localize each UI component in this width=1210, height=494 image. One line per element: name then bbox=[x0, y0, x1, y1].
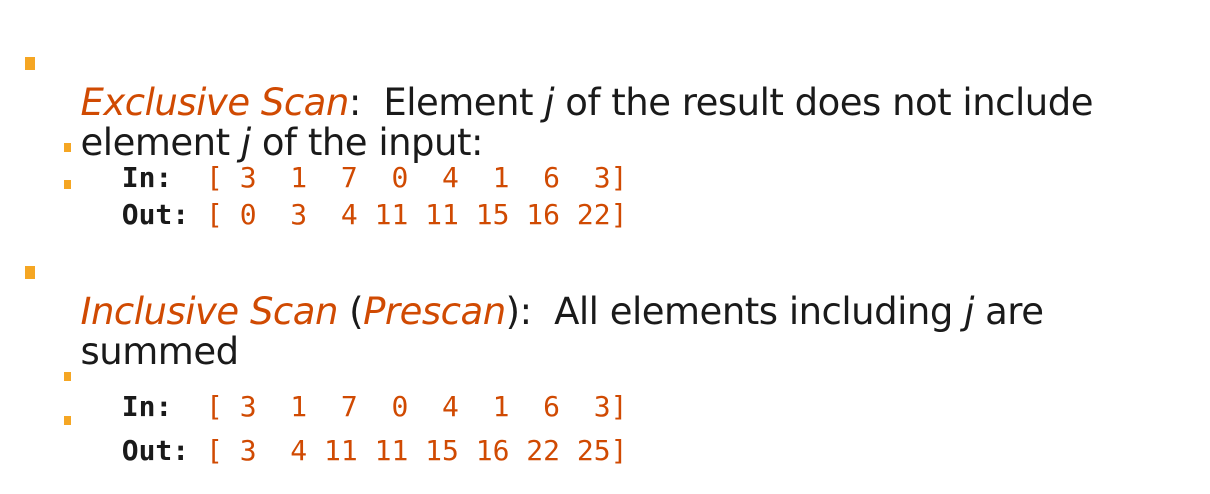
inclusive-out-label: Out: bbox=[121, 434, 207, 467]
inclusive-out-array: [ 3 4 11 11 15 16 22 25] bbox=[206, 434, 628, 467]
inclusive-paren-close: ): bbox=[505, 290, 555, 333]
exclusive-out-row: Out: [ 0 3 4 11 11 15 16 22] bbox=[88, 170, 628, 231]
exclusive-out-array: [ 0 3 4 11 11 15 16 22] bbox=[206, 198, 628, 231]
exclusive-desc-after-j: of the result does not include bbox=[554, 81, 1093, 124]
exclusive-j-variable: j bbox=[544, 81, 555, 124]
inclusive-desc-before-j: All elements including bbox=[554, 290, 965, 333]
bullet-square-icon bbox=[25, 57, 35, 70]
sub-bullet-square-icon bbox=[64, 143, 71, 152]
sub-bullet-square-icon bbox=[64, 180, 71, 189]
sub-bullet-square-icon bbox=[64, 416, 71, 425]
bullet-square-icon bbox=[25, 266, 35, 279]
inclusive-j-variable: j bbox=[964, 290, 974, 333]
sub-bullet-square-icon bbox=[64, 372, 71, 381]
inclusive-out-row: Out: [ 3 4 11 11 15 16 22 25] bbox=[88, 406, 628, 467]
inclusive-paren-open: ( bbox=[337, 290, 364, 333]
inclusive-desc-after-j: are bbox=[973, 290, 1044, 333]
prescan-term: Prescan bbox=[363, 290, 506, 333]
exclusive-out-label: Out: bbox=[121, 198, 207, 231]
inclusive-scan-heading-line2: summed bbox=[58, 292, 240, 372]
